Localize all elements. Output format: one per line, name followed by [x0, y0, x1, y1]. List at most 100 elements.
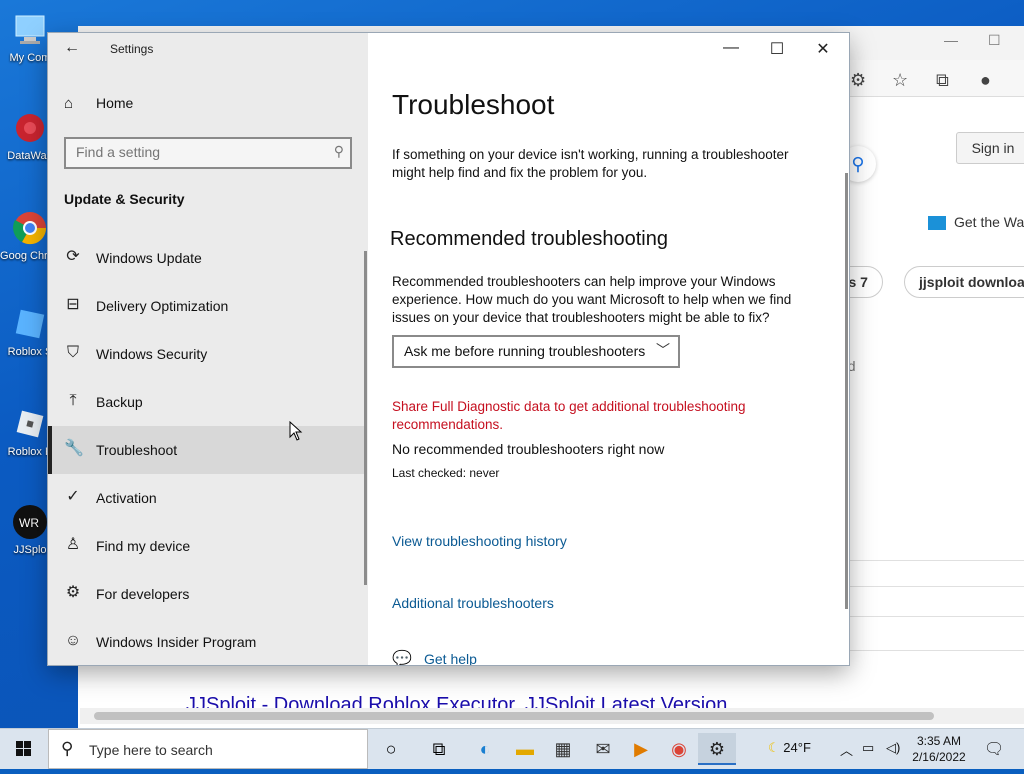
troubleshoot-preference-dropdown[interactable]: Ask me before running troubleshooters ﹀	[392, 335, 680, 368]
developer-icon: ⚙	[65, 584, 81, 601]
insider-icon: ☺	[64, 632, 82, 649]
taskbar-clock[interactable]: 3:35 AM 2/16/2022	[908, 733, 970, 765]
sidebar-item-windows-security[interactable]: ⛉ Windows Security	[48, 330, 366, 378]
divider	[850, 560, 1024, 561]
help-chat-icon: 💬	[392, 651, 412, 665]
sidebar-item-label: Delivery Optimization	[96, 298, 229, 314]
chrome-icon	[10, 208, 50, 248]
sign-in-button[interactable]: Sign in	[956, 132, 1024, 164]
sidebar-item-activation[interactable]: ✓ Activation	[48, 474, 366, 522]
nav-scrollbar[interactable]	[364, 251, 367, 585]
edge-icon[interactable]: ◐	[466, 733, 504, 765]
desktop-icon-label: DataWag	[7, 150, 53, 162]
home-label: Home	[96, 95, 134, 111]
weather-widget[interactable]: ☾ 24°F	[768, 740, 811, 756]
get-the-app-text: Get the Wa	[954, 214, 1024, 230]
sidebar-item-find-my-device[interactable]: ♙ Find my device	[48, 522, 366, 570]
find-setting-box[interactable]: ⚲	[64, 137, 352, 169]
sidebar-item-label: Windows Update	[96, 250, 202, 266]
jjsploit-icon: WR	[10, 502, 50, 542]
divider	[850, 616, 1024, 617]
sidebar-item-label: Backup	[96, 394, 143, 410]
task-view-icon[interactable]: ⧉	[420, 733, 458, 765]
get-help-link[interactable]: 💬 Get help	[392, 649, 477, 665]
sidebar-item-backup[interactable]: ⤒ Backup	[48, 378, 366, 426]
search-suggestion-pill[interactable]: jjsploit download	[904, 266, 1024, 298]
additional-troubleshooters-link[interactable]: Additional troubleshooters	[392, 595, 554, 611]
maximize-icon[interactable]: ☐	[754, 39, 800, 61]
desktop-icon-label: JJSplo	[13, 544, 47, 556]
clock-date: 2/16/2022	[912, 750, 966, 764]
horizontal-scrollbar[interactable]	[80, 708, 1024, 724]
backup-icon: ⤒	[69, 392, 77, 409]
last-checked-text: Last checked: never	[392, 466, 500, 480]
sidebar-item-label: Troubleshoot	[96, 442, 178, 458]
sidebar-item-delivery-optimization[interactable]: ⊟ Delivery Optimization	[48, 282, 366, 330]
svg-text:WR: WR	[19, 516, 39, 530]
dropdown-value: Ask me before running troubleshooters	[404, 343, 646, 359]
selection-indicator	[48, 426, 52, 474]
search-icon: ⚲	[61, 739, 74, 758]
troubleshooting-history-link[interactable]: View troubleshooting history	[392, 533, 567, 549]
home-link[interactable]: ⌂ Home	[64, 95, 133, 117]
get-the-app-banner[interactable]: Get the Wa	[928, 214, 1024, 231]
store-icon[interactable]: ▦	[544, 733, 582, 765]
find-setting-input[interactable]	[66, 139, 316, 165]
sidebar-item-for-developers[interactable]: ⚙ For developers	[48, 570, 366, 618]
show-hidden-icons-icon[interactable]: ︿	[840, 740, 853, 759]
profile-icon[interactable]: ●	[980, 70, 991, 91]
recommended-text: Recommended troubleshooters can help imp…	[392, 274, 792, 325]
taskbar: ⚲ Type here to search ○ ⧉ ◐ ▬ ▦ ✉ ▶ ◉ ⚙ …	[0, 728, 1024, 769]
sidebar-item-troubleshoot[interactable]: 🔧 Troubleshoot	[48, 426, 366, 474]
browser-maximize-icon[interactable]: ☐	[988, 32, 1001, 49]
roblox-studio-icon	[10, 304, 50, 344]
sidebar-item-label: For developers	[96, 586, 190, 602]
collections-icon[interactable]: ⧉	[936, 70, 949, 91]
clock-time: 3:35 AM	[916, 734, 962, 748]
taskbar-search-box[interactable]: ⚲ Type here to search	[48, 729, 368, 769]
settings-content: — ☐ ✕ Troubleshoot If something on your …	[368, 33, 849, 665]
window-title: Settings	[110, 42, 154, 56]
refresh-icon: ⟳	[66, 248, 80, 265]
sidebar-item-windows-update[interactable]: ⟳ Windows Update	[48, 234, 366, 282]
minimize-icon[interactable]: —	[708, 39, 754, 61]
datawag-icon	[10, 108, 50, 148]
cortana-icon[interactable]: ○	[372, 733, 410, 765]
scrollbar-thumb[interactable]	[94, 712, 934, 720]
divider	[850, 586, 1024, 587]
settings-nav-pane: ← Settings ⌂ Home ⚲ Update & Security ⟳ Wi…	[48, 33, 368, 665]
volume-icon[interactable]: ◁)	[886, 740, 900, 756]
moon-icon: ☾	[768, 740, 780, 755]
settings-gear-icon[interactable]: ⚙	[698, 733, 736, 765]
content-scrollbar[interactable]	[845, 173, 848, 609]
diagnostic-data-link[interactable]: Share Full Diagnostic data to get additi…	[392, 398, 812, 434]
sidebar-item-windows-insider-program[interactable]: ☺ Windows Insider Program	[48, 618, 366, 665]
bing-logo-icon	[928, 216, 946, 231]
network-icon[interactable]: ▭	[862, 740, 874, 756]
mail-icon[interactable]: ✉	[584, 733, 622, 765]
chrome-icon[interactable]: ◉	[660, 733, 698, 765]
file-explorer-icon[interactable]: ▬	[506, 733, 544, 765]
home-icon: ⌂	[64, 95, 74, 112]
divider	[850, 650, 1024, 651]
sidebar-item-label: Windows Security	[96, 346, 208, 362]
taskbar-search-placeholder: Type here to search	[89, 742, 213, 758]
chevron-down-icon: ﹀	[656, 342, 670, 358]
extension-icon[interactable]: ⚙	[850, 70, 866, 91]
sidebar-item-label: Find my device	[96, 538, 191, 554]
search-icon: ⚲	[333, 143, 344, 159]
checkmark-circle-icon: ✓	[66, 488, 80, 505]
desktop-icon-label: Roblox S	[7, 346, 53, 358]
notifications-icon[interactable]: 🗨	[984, 739, 1004, 759]
back-arrow-icon[interactable]: ←	[64, 39, 80, 57]
person-location-icon: ♙	[65, 536, 81, 553]
close-icon[interactable]: ✕	[800, 39, 846, 61]
start-button[interactable]	[0, 729, 48, 769]
no-recommended-text: No recommended troubleshooters right now	[392, 441, 665, 457]
browser-minimize-icon[interactable]: —	[944, 32, 958, 48]
get-help-label: Get help	[424, 651, 477, 665]
favorites-icon[interactable]: ☆	[892, 70, 908, 91]
windows-logo-icon	[16, 741, 31, 756]
media-player-icon[interactable]: ▶	[622, 733, 660, 765]
recommended-heading: Recommended troubleshooting	[390, 228, 668, 250]
